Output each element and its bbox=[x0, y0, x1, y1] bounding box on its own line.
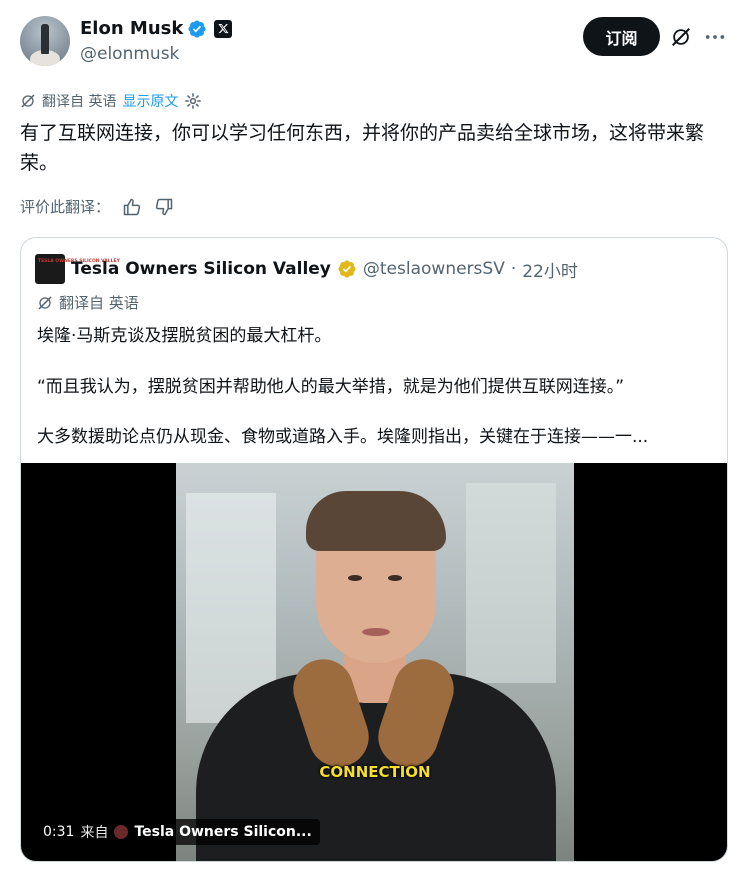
video-duration: 0:31 bbox=[43, 824, 75, 840]
background-window bbox=[466, 483, 556, 683]
author-name[interactable]: Elon Musk bbox=[80, 18, 183, 39]
thumbs-up-icon[interactable] bbox=[122, 197, 142, 217]
person-eye bbox=[388, 575, 402, 581]
quoted-tweet-header: TESLA OWNERS SILICON VALLEY Tesla Owners… bbox=[35, 254, 578, 284]
video-player[interactable]: CONNECTION 0:31 来自 Tesla Owners Silicon.… bbox=[21, 463, 727, 861]
verified-badge-icon bbox=[188, 19, 206, 38]
show-original-link[interactable]: 显示原文 bbox=[122, 91, 178, 111]
person-eye bbox=[348, 575, 362, 581]
person-mouth bbox=[362, 628, 390, 636]
quoted-tweet-card[interactable]: TESLA OWNERS SILICON VALLEY Tesla Owners… bbox=[20, 237, 728, 862]
separator-dot: · bbox=[510, 259, 517, 279]
gear-icon[interactable] bbox=[184, 92, 202, 110]
author-avatar[interactable] bbox=[20, 16, 70, 66]
video-frame: CONNECTION bbox=[176, 463, 574, 861]
more-dots-icon[interactable] bbox=[704, 26, 726, 48]
video-source-name[interactable]: Tesla Owners Silicon... bbox=[134, 824, 311, 840]
translate-icon bbox=[21, 94, 35, 108]
verified-badge-gold-icon bbox=[338, 260, 356, 278]
quoted-paragraph: “而且我认为，摆脱贫困并帮助他人的最大举措，就是为他们提供互联网连接。” bbox=[37, 377, 625, 397]
quoted-paragraph: 大多数援助论点仍从现金、食物或道路入手。埃隆则指出，关键在于连接——一... bbox=[37, 427, 649, 447]
translate-icon bbox=[38, 295, 52, 310]
rate-translation-row: 评价此翻译： bbox=[20, 196, 174, 217]
video-caption: CONNECTION bbox=[319, 763, 431, 781]
grok-icon[interactable] bbox=[670, 26, 692, 48]
subscribe-button[interactable]: 订阅 bbox=[583, 17, 660, 56]
author-handle[interactable]: @elonmusk bbox=[80, 44, 179, 64]
rate-translation-label: 评价此翻译： bbox=[20, 198, 111, 216]
x-logo-icon bbox=[214, 19, 233, 38]
quoted-translated-from-label: 翻译自 英语 bbox=[59, 294, 139, 312]
quoted-author-name[interactable]: Tesla Owners Silicon Valley bbox=[71, 259, 331, 279]
avatar-rocket bbox=[41, 24, 49, 54]
thumbs-down-icon[interactable] bbox=[154, 197, 174, 217]
tweet-text: 有了互联网连接，你可以学习任何东西，并将你的产品卖给全球市场，这将带来繁荣。 bbox=[20, 122, 705, 174]
person-hair bbox=[306, 491, 446, 551]
translation-info: 翻译自 英语 显示原文 bbox=[20, 91, 202, 111]
author-name-row: Elon Musk bbox=[80, 18, 233, 39]
quoted-translation-info: 翻译自 英语 bbox=[37, 292, 139, 313]
video-from-label: 来自 bbox=[80, 825, 109, 841]
translated-from-label: 翻译自 英语 bbox=[42, 94, 117, 110]
source-avatar bbox=[114, 825, 129, 839]
quoted-time[interactable]: 22小时 bbox=[522, 257, 578, 282]
quoted-paragraph: 埃隆·马斯克谈及摆脱贫困的最大杠杆。 bbox=[37, 326, 332, 346]
quoted-author-avatar[interactable]: TESLA OWNERS SILICON VALLEY bbox=[35, 254, 120, 284]
video-info-pill[interactable]: 0:31 来自 Tesla Owners Silicon... bbox=[35, 819, 320, 845]
quoted-author-handle[interactable]: @teslaownersSV bbox=[363, 259, 505, 279]
